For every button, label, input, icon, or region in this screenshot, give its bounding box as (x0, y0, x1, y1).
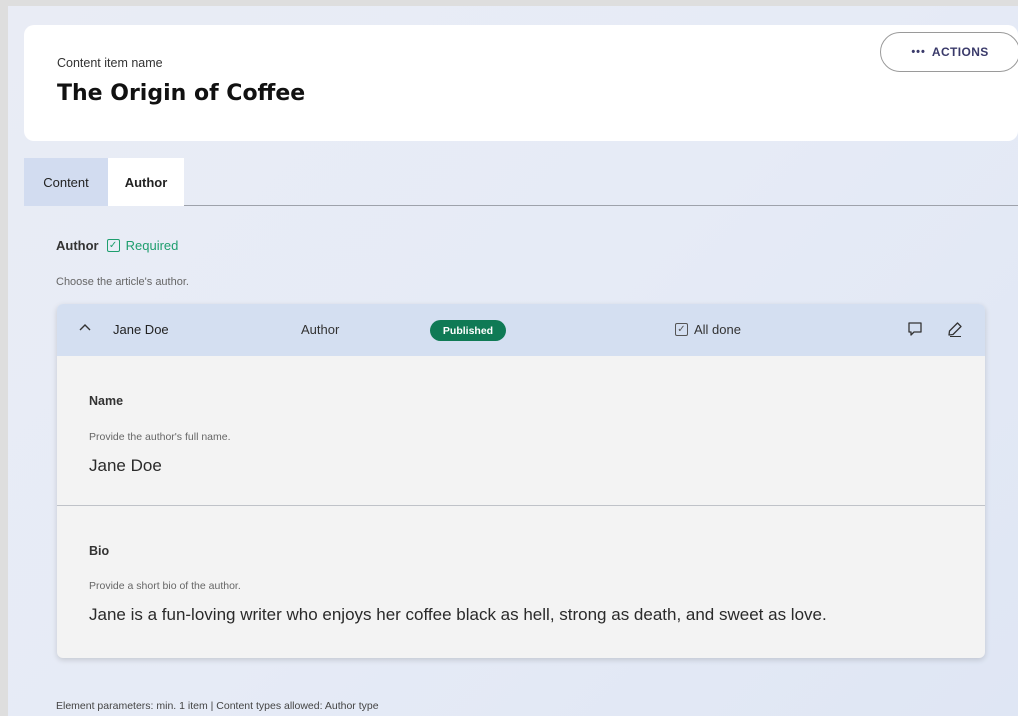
linked-item-type: Author (301, 322, 340, 337)
linked-item-name: Jane Doe (113, 322, 169, 337)
comment-icon[interactable] (906, 320, 924, 338)
tab-author[interactable]: Author (108, 158, 184, 206)
bio-field[interactable]: Jane is a fun-loving writer who enjoys h… (89, 605, 827, 625)
completion-label: All done (694, 322, 741, 337)
app-frame: Content item name The Origin of Coffee •… (0, 0, 1018, 716)
checkbox-checked-icon: ✓ (106, 239, 120, 252)
content-tabs: Content Author (24, 158, 1018, 206)
field-name: Name Provide the author's full name. Jan… (57, 356, 985, 506)
required-indicator: ✓ Required (106, 238, 179, 253)
name-field[interactable]: Jane Doe (89, 456, 162, 476)
actions-button[interactable]: ••• ACTIONS (880, 32, 1018, 72)
tab-content[interactable]: Content (24, 158, 108, 206)
chevron-up-icon[interactable] (77, 320, 93, 336)
edit-icon[interactable] (946, 320, 964, 338)
element-guidelines: Choose the article's author. (56, 276, 189, 288)
page-title[interactable]: The Origin of Coffee (57, 81, 305, 106)
field-label: Bio (89, 544, 110, 558)
linked-item-bar[interactable]: Jane Doe Author Published ✓ All done (57, 304, 985, 356)
field-bio: Bio Provide a short bio of the author. J… (57, 507, 985, 658)
dots-icon: ••• (911, 46, 926, 58)
linked-item-card: Jane Doe Author Published ✓ All done Nam… (57, 304, 985, 658)
field-guidelines: Provide a short bio of the author. (89, 580, 241, 592)
element-name: Author (56, 238, 99, 253)
checkbox-checked-icon: ✓ (675, 323, 688, 336)
field-guidelines: Provide the author's full name. (89, 431, 231, 443)
completion-status: ✓ All done (675, 322, 741, 337)
author-element-label: Author ✓ Required (56, 238, 178, 253)
actions-button-label: ACTIONS (931, 45, 989, 59)
field-label: Name (89, 394, 124, 408)
required-label: Required (125, 238, 179, 253)
content-item-header: Content item name The Origin of Coffee •… (24, 25, 1018, 141)
status-badge: Published (430, 320, 506, 341)
element-parameters: Element parameters: min. 1 item | Conten… (56, 700, 379, 712)
content-item-name-label: Content item name (57, 56, 163, 70)
